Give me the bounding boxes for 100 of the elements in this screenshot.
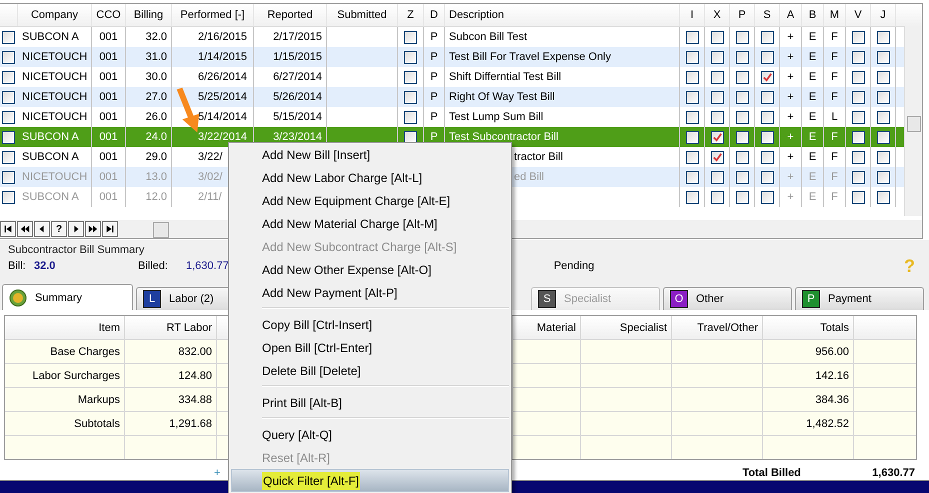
- checkbox[interactable]: [760, 90, 774, 104]
- checkbox[interactable]: [404, 50, 417, 64]
- checkbox[interactable]: [852, 190, 864, 204]
- menu-item[interactable]: Print Bill [Alt-B]: [231, 391, 509, 414]
- menu-item[interactable]: Add New Other Expense [Alt-O]: [231, 258, 509, 281]
- help-button[interactable]: ?: [51, 221, 67, 237]
- last-button[interactable]: [102, 221, 118, 237]
- column-header[interactable]: B: [802, 4, 824, 26]
- checkbox[interactable]: [710, 190, 724, 204]
- checkbox[interactable]: [710, 30, 724, 44]
- menu-item[interactable]: Delete Bill [Delete]: [231, 359, 509, 382]
- checkbox[interactable]: [852, 170, 864, 184]
- checkbox[interactable]: [876, 170, 890, 184]
- checkbox[interactable]: [736, 110, 748, 124]
- row-checkbox[interactable]: [2, 30, 15, 44]
- checkbox[interactable]: [404, 30, 417, 44]
- checkbox[interactable]: [710, 150, 724, 164]
- row-checkbox[interactable]: [2, 50, 15, 64]
- menu-item[interactable]: Quick Filter [Alt-F]: [231, 469, 509, 492]
- row-checkbox[interactable]: [2, 150, 15, 164]
- checkbox[interactable]: [876, 110, 890, 124]
- checkbox[interactable]: [852, 150, 864, 164]
- checkbox[interactable]: [876, 30, 890, 44]
- prev-button[interactable]: [34, 221, 50, 237]
- checkbox[interactable]: [760, 150, 774, 164]
- prev-page-button[interactable]: [17, 221, 33, 237]
- checkbox[interactable]: [852, 30, 864, 44]
- checkbox[interactable]: [686, 150, 698, 164]
- checkbox[interactable]: [876, 90, 890, 104]
- checkbox[interactable]: [852, 130, 864, 144]
- column-header[interactable]: M: [824, 4, 846, 26]
- column-header[interactable]: Z: [398, 4, 424, 26]
- column-header[interactable]: Billing: [126, 4, 172, 26]
- column-header[interactable]: V: [846, 4, 871, 26]
- menu-item[interactable]: Add New Payment [Alt-P]: [231, 281, 509, 304]
- expand-icon[interactable]: +: [214, 467, 220, 479]
- next-page-button[interactable]: [85, 221, 101, 237]
- checkbox[interactable]: [760, 190, 774, 204]
- checkbox[interactable]: [876, 130, 890, 144]
- checkbox[interactable]: [760, 30, 774, 44]
- menu-item[interactable]: Copy Bill [Ctrl-Insert]: [231, 313, 509, 336]
- menu-item[interactable]: Add New Equipment Charge [Alt-E]: [231, 189, 509, 212]
- checkbox[interactable]: [686, 170, 698, 184]
- tab[interactable]: Summary: [2, 284, 133, 310]
- checkbox[interactable]: [760, 170, 774, 184]
- checkbox[interactable]: [686, 130, 698, 144]
- checkbox[interactable]: [852, 50, 864, 64]
- checkbox[interactable]: [404, 130, 417, 144]
- checkbox[interactable]: [876, 190, 890, 204]
- checkbox[interactable]: [686, 190, 698, 204]
- column-header[interactable]: Company: [18, 4, 92, 26]
- checkbox[interactable]: [760, 130, 774, 144]
- checkbox[interactable]: [404, 90, 417, 104]
- column-header[interactable]: Performed [-]: [172, 4, 254, 26]
- checkbox[interactable]: [686, 30, 698, 44]
- checkbox[interactable]: [876, 70, 890, 84]
- checkbox[interactable]: [736, 50, 748, 64]
- checkbox[interactable]: [760, 70, 774, 84]
- checkbox[interactable]: [852, 110, 864, 124]
- row-checkbox[interactable]: [2, 90, 15, 104]
- column-header[interactable]: Submitted: [327, 4, 398, 26]
- checkbox[interactable]: [710, 110, 724, 124]
- column-header[interactable]: Description: [445, 4, 680, 26]
- row-checkbox[interactable]: [2, 190, 15, 204]
- checkbox[interactable]: [852, 90, 864, 104]
- checkbox[interactable]: [736, 130, 748, 144]
- menu-item[interactable]: Query [Alt-Q]: [231, 423, 509, 446]
- checkbox[interactable]: [736, 30, 748, 44]
- column-header[interactable]: D: [424, 4, 445, 26]
- column-header[interactable]: I: [680, 4, 705, 26]
- checkbox[interactable]: [736, 70, 748, 84]
- checkbox[interactable]: [736, 170, 748, 184]
- checkbox[interactable]: [876, 150, 890, 164]
- tab[interactable]: L Labor (2): [136, 287, 231, 310]
- checkbox[interactable]: [404, 70, 417, 84]
- checkbox[interactable]: [686, 50, 698, 64]
- column-header[interactable]: P: [730, 4, 755, 26]
- checkbox[interactable]: [710, 130, 724, 144]
- checkbox[interactable]: [710, 70, 724, 84]
- column-header[interactable]: Reported: [254, 4, 327, 26]
- column-header[interactable]: J: [871, 4, 896, 26]
- next-button[interactable]: [68, 221, 84, 237]
- checkbox[interactable]: [686, 110, 698, 124]
- checkbox[interactable]: [710, 50, 724, 64]
- tab[interactable]: O Other: [663, 287, 792, 310]
- row-checkbox[interactable]: [2, 130, 15, 144]
- checkbox[interactable]: [852, 70, 864, 84]
- checkbox[interactable]: [736, 150, 748, 164]
- column-header[interactable]: A: [780, 4, 802, 26]
- checkbox[interactable]: [710, 90, 724, 104]
- tab[interactable]: P Payment: [795, 287, 924, 310]
- column-header[interactable]: S: [755, 4, 780, 26]
- row-checkbox[interactable]: [2, 70, 15, 84]
- row-checkbox[interactable]: [2, 110, 15, 124]
- row-checkbox[interactable]: [2, 170, 15, 184]
- checkbox[interactable]: [736, 190, 748, 204]
- menu-item[interactable]: Add New Labor Charge [Alt-L]: [231, 166, 509, 189]
- checkbox[interactable]: [686, 90, 698, 104]
- checkbox[interactable]: [760, 50, 774, 64]
- menu-item[interactable]: Open Bill [Ctrl-Enter]: [231, 336, 509, 359]
